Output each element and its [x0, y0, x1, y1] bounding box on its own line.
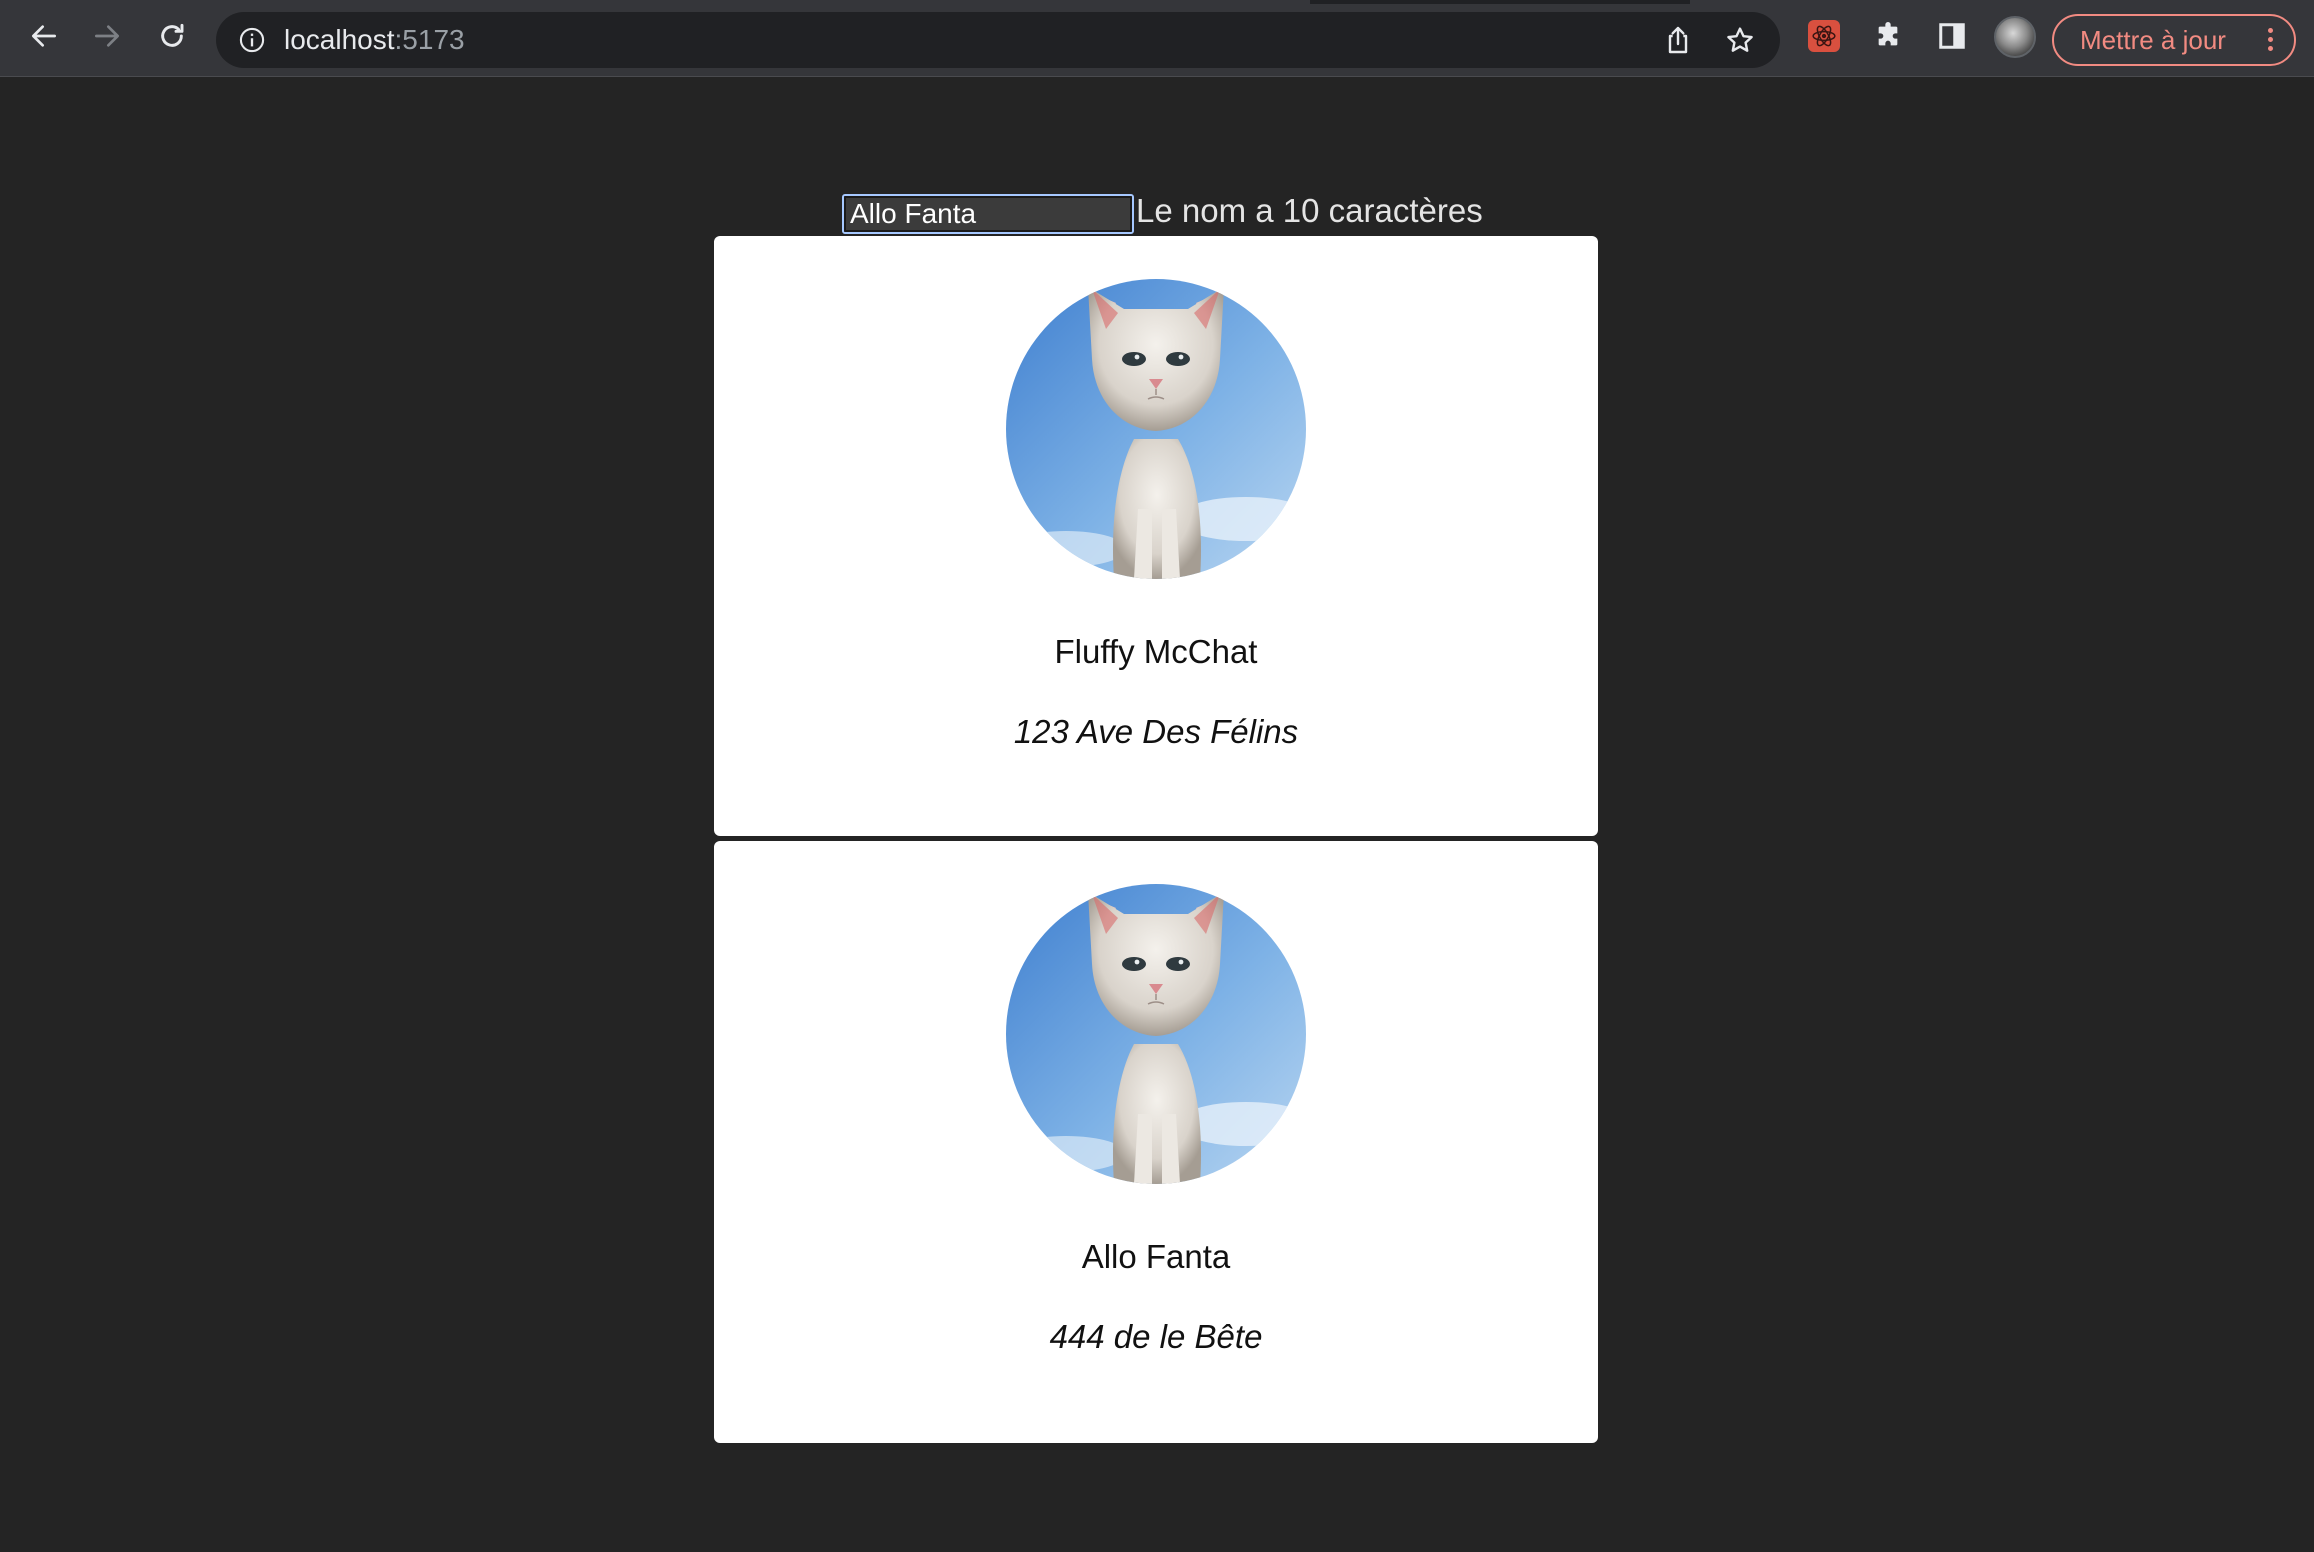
update-button[interactable]: Mettre à jour — [2052, 14, 2296, 66]
cat-card: Allo Fanta 444 de le Bête — [714, 841, 1598, 1443]
cat-photo — [1006, 279, 1306, 579]
url-host: localhost — [284, 24, 395, 55]
cat-name: Allo Fanta — [1081, 1238, 1231, 1275]
profile-avatar[interactable] — [1994, 16, 2036, 58]
arrow-left-icon — [32, 25, 56, 47]
back-button[interactable] — [22, 14, 66, 58]
side-panel-icon — [1939, 23, 1965, 49]
kebab-menu-icon[interactable] — [2264, 26, 2276, 56]
cat-photo — [1006, 884, 1306, 1184]
url-port: :5173 — [394, 24, 465, 55]
tab-strip — [0, 0, 2314, 4]
name-input[interactable] — [842, 194, 1134, 234]
address-bar[interactable]: localhost:5173 — [216, 12, 1780, 68]
arrow-right-icon — [95, 25, 119, 47]
react-devtools-extension[interactable] — [1806, 18, 1842, 54]
reload-button[interactable] — [150, 14, 194, 58]
page-content: Le nom a 10 caractères — [0, 77, 2314, 1552]
share-icon[interactable] — [1662, 24, 1694, 56]
bookmark-star-icon[interactable] — [1724, 24, 1756, 56]
extensions-button[interactable] — [1870, 18, 1906, 54]
url-text[interactable]: localhost:5173 — [284, 23, 465, 57]
react-devtools-icon — [1808, 20, 1840, 52]
info-icon[interactable] — [238, 26, 266, 54]
puzzle-icon — [1878, 22, 1898, 46]
cat-address: 444 de le Bête — [1049, 1318, 1263, 1355]
update-button-label: Mettre à jour — [2080, 25, 2226, 55]
side-panel-button[interactable] — [1934, 18, 1970, 54]
cat-card: Fluffy McChat 123 Ave Des Félins — [714, 236, 1598, 836]
cat-address: 123 Ave Des Félins — [1013, 713, 1299, 750]
cat-name: Fluffy McChat — [1054, 633, 1258, 670]
name-length-message: Le nom a 10 caractères — [1136, 192, 1483, 229]
reload-icon — [161, 23, 184, 47]
forward-button[interactable] — [85, 14, 129, 58]
browser-toolbar: localhost:5173 Mettre à jour — [0, 0, 2314, 77]
